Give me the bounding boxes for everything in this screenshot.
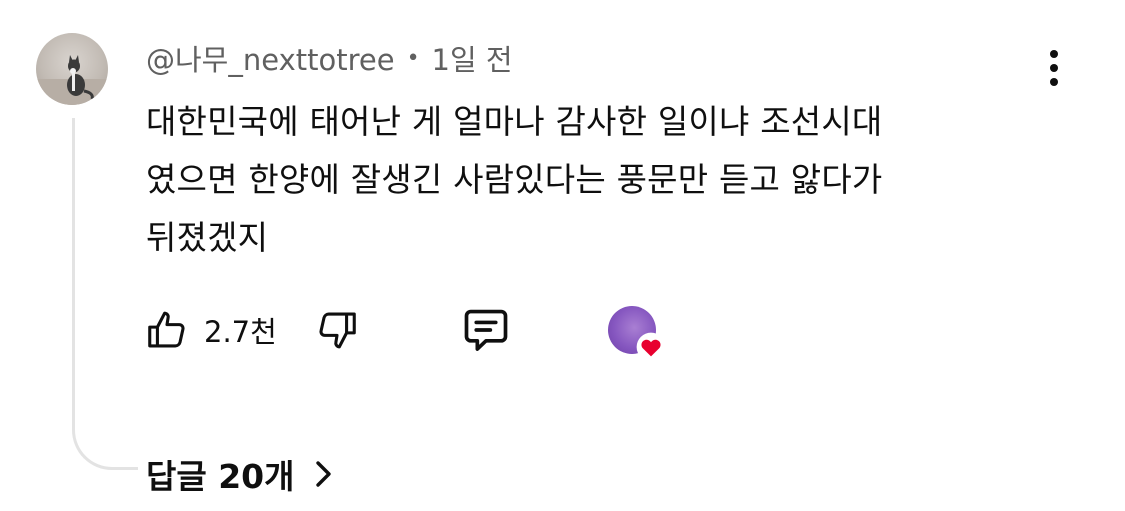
comment-actions: 2.7천 (144, 302, 704, 362)
dislike-button[interactable] (314, 302, 360, 358)
chevron-right-icon (313, 459, 335, 489)
cat-avatar-icon (36, 55, 108, 105)
creator-avatar (608, 306, 666, 362)
comment-header: @나무_nexttotree • 1일 전 (146, 36, 513, 80)
thumbs-down-icon (319, 312, 356, 349)
more-vertical-icon (1050, 50, 1058, 58)
replies-label: 답글 20개 (146, 457, 295, 496)
comment-time[interactable]: 1일 전 (432, 37, 513, 79)
like-button[interactable]: 2.7천 (144, 302, 277, 358)
reply-button[interactable] (460, 302, 512, 358)
thread-connector-line (72, 118, 138, 470)
creator-heart (608, 302, 666, 362)
like-count: 2.7천 (204, 315, 277, 349)
view-replies-button[interactable]: 답글 20개 (146, 448, 335, 500)
comment-line: 였으면 한양에 잘생긴 사람있다는 풍문만 듣고 앓다가 (146, 160, 883, 199)
author-name[interactable]: @나무_nexttotree (146, 37, 395, 79)
more-options-button[interactable] (1032, 46, 1076, 90)
comment-line: 뒤졌겠지 (146, 218, 269, 257)
creator-heart-badge-icon (636, 332, 666, 362)
comment-text: 대한민국에 태어난 게 얼마나 감사한 일이냐 조선시대 였으면 한양에 잘생긴… (146, 93, 1046, 267)
header-separator: • (406, 45, 420, 71)
author-avatar[interactable] (36, 33, 108, 105)
comment-line: 대한민국에 태어난 게 얼마나 감사한 일이냐 조선시대 (146, 102, 883, 141)
thumbs-up-icon (148, 311, 185, 348)
comment-icon (464, 309, 508, 351)
